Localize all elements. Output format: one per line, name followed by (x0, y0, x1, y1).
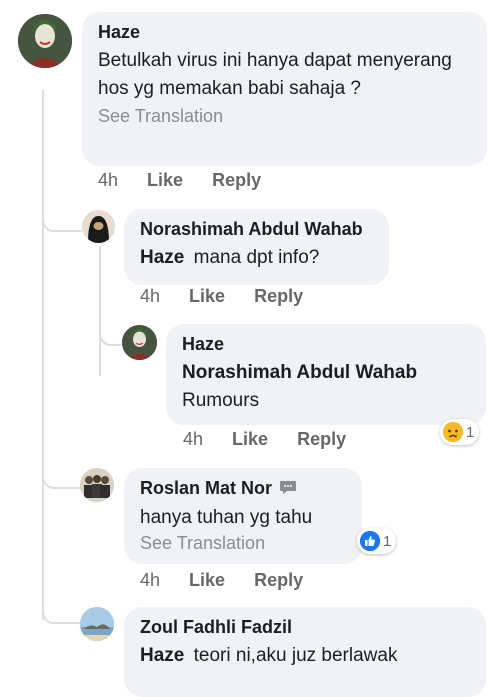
reply-button[interactable]: Reply (254, 570, 303, 591)
comment-bubble: Haze Norashimah Abdul Wahab Rumours (166, 324, 486, 425)
thread-connector (42, 465, 82, 489)
comment-time[interactable]: 4h (183, 429, 203, 450)
reaction-count: 1 (383, 532, 392, 550)
reaction-count: 1 (466, 423, 475, 441)
thread-connector (42, 600, 82, 624)
comment-text: Rumours (182, 390, 260, 411)
reaction-badge[interactable]: 1 (357, 528, 397, 554)
comment-bubble: Norashimah Abdul Wahab Haze mana dpt inf… (124, 209, 389, 285)
comment-actions: 4h Like Reply (140, 286, 303, 307)
comment-time[interactable]: 4h (98, 170, 118, 191)
avatar[interactable] (122, 325, 157, 360)
thread-line-main (42, 90, 44, 620)
see-translation-link[interactable]: See Translation (98, 106, 471, 127)
like-button[interactable]: Like (147, 170, 183, 191)
comment-author[interactable]: Haze (182, 334, 470, 355)
see-translation-link[interactable]: See Translation (140, 533, 346, 554)
avatar[interactable] (18, 14, 72, 68)
comment-actions: 4h Like Reply (98, 170, 261, 191)
mention-tag[interactable]: Haze (140, 645, 184, 666)
thread-connector (42, 208, 82, 232)
comment-bubble: Roslan Mat Nor hanya tuhan yg tahu See T… (124, 468, 362, 564)
sad-emoji-icon (443, 422, 463, 442)
comment-bubble: Haze Betulkah virus ini hanya dapat meny… (82, 12, 487, 166)
message-bubble-icon (279, 479, 297, 500)
comment-time[interactable]: 4h (140, 570, 160, 591)
mention-tag[interactable]: Norashimah Abdul Wahab (182, 359, 470, 387)
comment-author-name[interactable]: Roslan Mat Nor (140, 478, 272, 498)
comment-text: hanya tuhan yg tahu (140, 506, 313, 528)
comment-text: Betulkah virus ini hanya dapat menyerang… (98, 50, 452, 99)
mention-tag[interactable]: Haze (140, 247, 184, 268)
reply-button[interactable]: Reply (297, 429, 346, 450)
reply-button[interactable]: Reply (212, 170, 261, 191)
comment-author[interactable]: Zoul Fadhli Fadzil (140, 617, 470, 638)
comment-text-body: teori ni,aku juz berlawak (193, 645, 398, 666)
like-button[interactable]: Like (232, 429, 268, 450)
comment-actions: 4h Like Reply (140, 570, 303, 591)
comment-author[interactable]: Haze (98, 22, 471, 43)
like-thumb-icon (360, 531, 380, 551)
avatar[interactable] (82, 210, 115, 243)
comment-author[interactable]: Norashimah Abdul Wahab (140, 219, 373, 240)
like-button[interactable]: Like (189, 286, 225, 307)
thread-connector (99, 322, 121, 346)
reaction-badge[interactable]: 1 (440, 419, 480, 445)
comment-author[interactable]: Roslan Mat Nor (140, 478, 346, 500)
like-button[interactable]: Like (189, 570, 225, 591)
comment-time[interactable]: 4h (140, 286, 160, 307)
comment-text: Haze teori ni,aku juz berlawak (140, 642, 470, 670)
avatar[interactable] (80, 607, 114, 641)
avatar[interactable] (80, 468, 114, 502)
comment-text-body: mana dpt info? (193, 247, 320, 268)
comment-bubble: Zoul Fadhli Fadzil Haze teori ni,aku juz… (124, 607, 486, 697)
comment-text: Haze mana dpt info? (140, 244, 373, 272)
comment-actions: 4h Like Reply (183, 429, 346, 450)
thread-line-nested (99, 246, 101, 376)
reply-button[interactable]: Reply (254, 286, 303, 307)
